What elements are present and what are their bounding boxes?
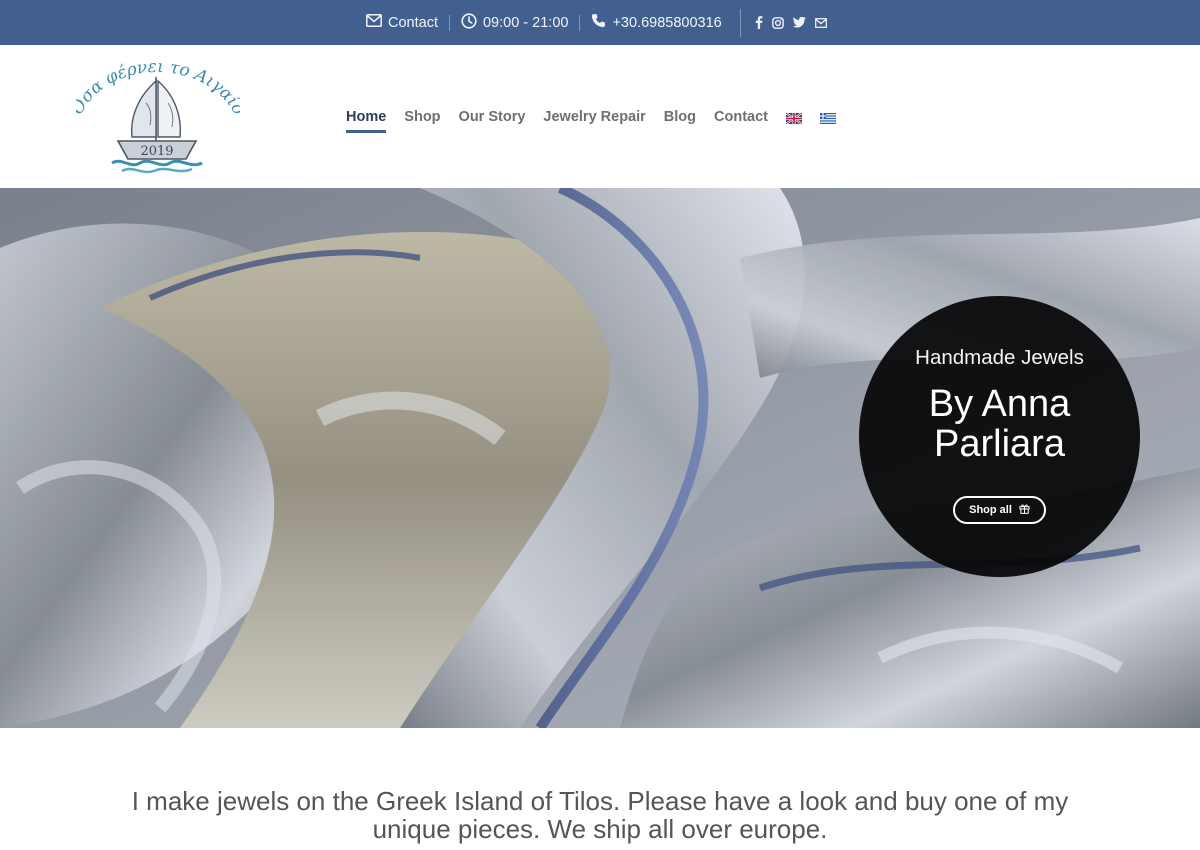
hero-caption-circle: Handmade Jewels By Anna Parliara Shop al… — [859, 296, 1140, 577]
nav-item-shop[interactable]: Shop — [404, 105, 440, 129]
gift-icon — [1019, 503, 1030, 517]
nav-item-blog[interactable]: Blog — [664, 105, 696, 129]
twitter-icon[interactable] — [792, 17, 806, 28]
english-flag-icon[interactable] — [785, 111, 803, 125]
top-bar-contact-link[interactable]: Contact — [366, 14, 438, 31]
divider — [579, 14, 581, 31]
top-bar-contents: Contact 09:00 - 21:00 +30.6985800316 — [366, 0, 827, 45]
social-links — [755, 16, 827, 29]
shop-all-button[interactable]: Shop all — [953, 496, 1046, 524]
nav-item-jewelry-repair[interactable]: Jewelry Repair — [543, 105, 645, 129]
top-bar: Contact 09:00 - 21:00 +30.6985800316 — [0, 0, 1200, 45]
site-logo[interactable]: Όσα φέρνει το Αιγαίο 2019 — [67, 55, 249, 179]
top-bar-phone-text: +30.6985800316 — [612, 14, 722, 31]
nav-item-contact[interactable]: Contact — [714, 105, 768, 129]
hero-subtitle: Handmade Jewels — [915, 346, 1084, 369]
instagram-icon[interactable] — [771, 16, 784, 29]
hero-title: By Anna Parliara — [928, 383, 1071, 465]
clock-icon — [461, 12, 477, 33]
logo-year: 2019 — [140, 144, 173, 159]
top-bar-phone-link[interactable]: +30.6985800316 — [591, 13, 722, 32]
divider — [739, 8, 741, 37]
intro-text: I make jewels on the Greek Island of Til… — [131, 786, 1069, 844]
shop-all-label: Shop all — [969, 504, 1012, 516]
top-bar-contact-label: Contact — [388, 14, 438, 31]
site-header: Όσα φέρνει το Αιγαίο 2019 Home Shop Our … — [0, 45, 1200, 188]
top-bar-hours-text: 09:00 - 21:00 — [482, 14, 569, 31]
nav-item-home[interactable]: Home — [346, 105, 387, 133]
nav-item-our-story[interactable]: Our Story — [459, 105, 526, 129]
hero-banner: Handmade Jewels By Anna Parliara Shop al… — [0, 188, 1200, 728]
greek-flag-icon[interactable] — [820, 111, 836, 124]
phone-icon — [591, 13, 606, 32]
top-bar-hours: 09:00 - 21:00 — [461, 12, 569, 33]
envelope-icon — [366, 14, 382, 31]
divider — [448, 14, 450, 31]
facebook-icon[interactable] — [755, 16, 763, 29]
envelope-icon[interactable] — [814, 17, 827, 28]
main-navigation: Home Shop Our Story Jewelry Repair Blog … — [346, 45, 854, 188]
